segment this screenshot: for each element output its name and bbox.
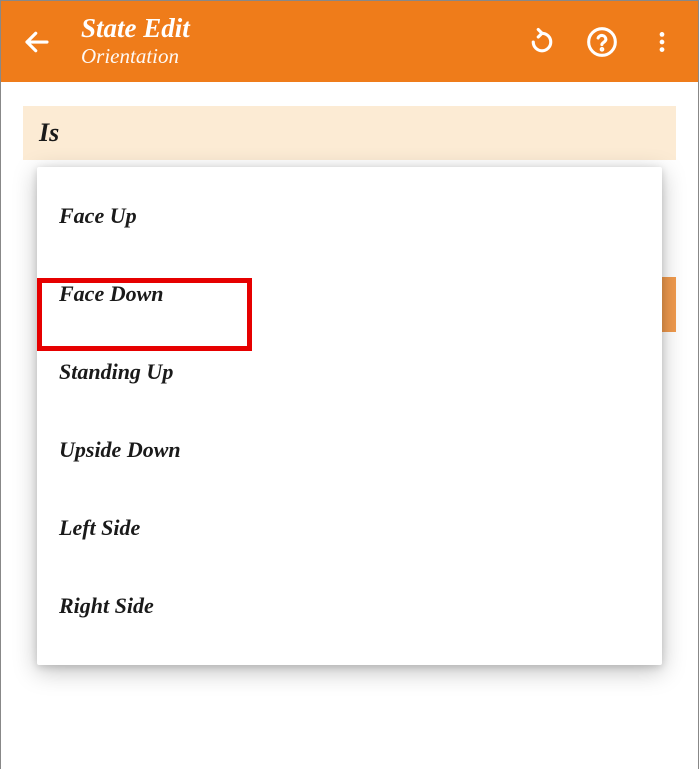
option-standing-up[interactable]: Standing Up: [37, 333, 662, 411]
help-button[interactable]: [578, 18, 626, 66]
orientation-dropdown: Face Up Face Down Standing Up Upside Dow…: [37, 167, 662, 665]
undo-icon: [527, 27, 557, 57]
option-face-up[interactable]: Face Up: [37, 177, 662, 255]
arrow-left-icon: [22, 27, 52, 57]
undo-button[interactable]: [518, 18, 566, 66]
app-header: State Edit Orientation: [0, 0, 699, 82]
help-icon: [586, 26, 618, 58]
page-title: State Edit: [81, 14, 518, 44]
option-face-down[interactable]: Face Down: [37, 255, 662, 333]
option-right-side[interactable]: Right Side: [37, 567, 662, 645]
more-vert-icon: [649, 29, 675, 55]
option-left-side[interactable]: Left Side: [37, 489, 662, 567]
page-subtitle: Orientation: [81, 44, 518, 69]
option-upside-down[interactable]: Upside Down: [37, 411, 662, 489]
back-button[interactable]: [13, 18, 61, 66]
header-actions: [518, 18, 686, 66]
accent-stripe: [662, 277, 676, 332]
title-block: State Edit Orientation: [61, 14, 518, 69]
content-area: Is Face Up Face Down Standing Up Upside …: [0, 82, 699, 769]
section-label-is: Is: [23, 106, 676, 160]
overflow-menu-button[interactable]: [638, 18, 686, 66]
